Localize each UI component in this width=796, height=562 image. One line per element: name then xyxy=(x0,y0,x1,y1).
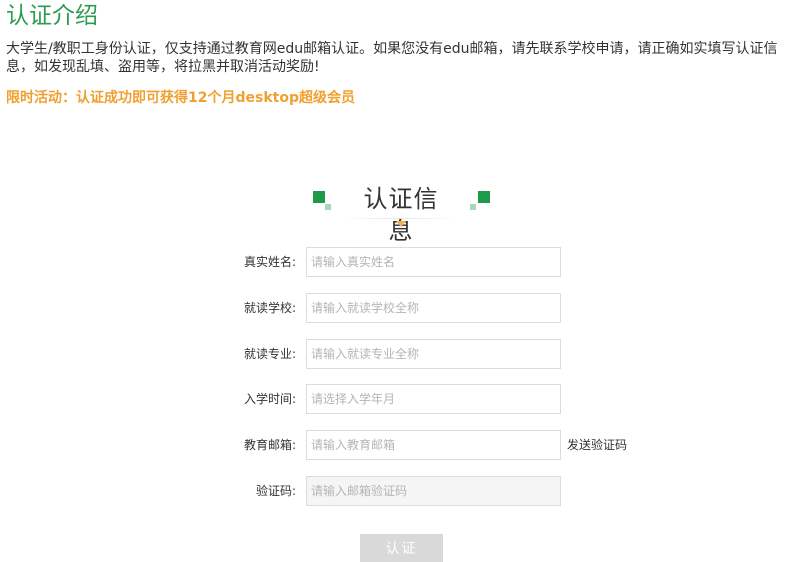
intro-text: 大学生/教职工身份认证，仅支持通过教育网edu邮箱认证。如果您没有edu邮箱，请… xyxy=(6,41,778,75)
send-code-link[interactable]: 发送验证码 xyxy=(567,437,627,453)
submit-button[interactable]: 认证 xyxy=(360,534,443,562)
promo-text: 限时活动：认证成功即可获得12个月desktop超级会员 xyxy=(6,90,355,106)
name-input[interactable] xyxy=(306,247,561,277)
form-row-enroll: 入学时间: xyxy=(0,384,796,415)
form-row-major: 就读专业: xyxy=(0,339,796,370)
title-divider xyxy=(344,218,456,219)
form-row-school: 就读学校: xyxy=(0,293,796,324)
form-row-name: 真实姓名: xyxy=(0,247,796,278)
school-input[interactable] xyxy=(306,293,561,323)
section-title: 认证信息 xyxy=(363,185,439,245)
caret-down-icon xyxy=(396,221,406,227)
enroll-label: 入学时间: xyxy=(243,392,296,406)
school-label: 就读学校: xyxy=(243,301,296,315)
enroll-date-input[interactable] xyxy=(306,384,561,414)
page-title: 认证介绍 xyxy=(6,3,98,29)
code-label: 验证码: xyxy=(255,484,296,498)
form-row-email: 教育邮箱: 发送验证码 xyxy=(0,430,796,461)
form-row-code: 验证码: xyxy=(0,476,796,507)
major-label: 就读专业: xyxy=(243,347,296,361)
email-label: 教育邮箱: xyxy=(243,438,296,452)
major-input[interactable] xyxy=(306,339,561,369)
name-label: 真实姓名: xyxy=(243,255,296,269)
email-input[interactable] xyxy=(306,430,561,460)
code-input[interactable] xyxy=(306,476,561,506)
